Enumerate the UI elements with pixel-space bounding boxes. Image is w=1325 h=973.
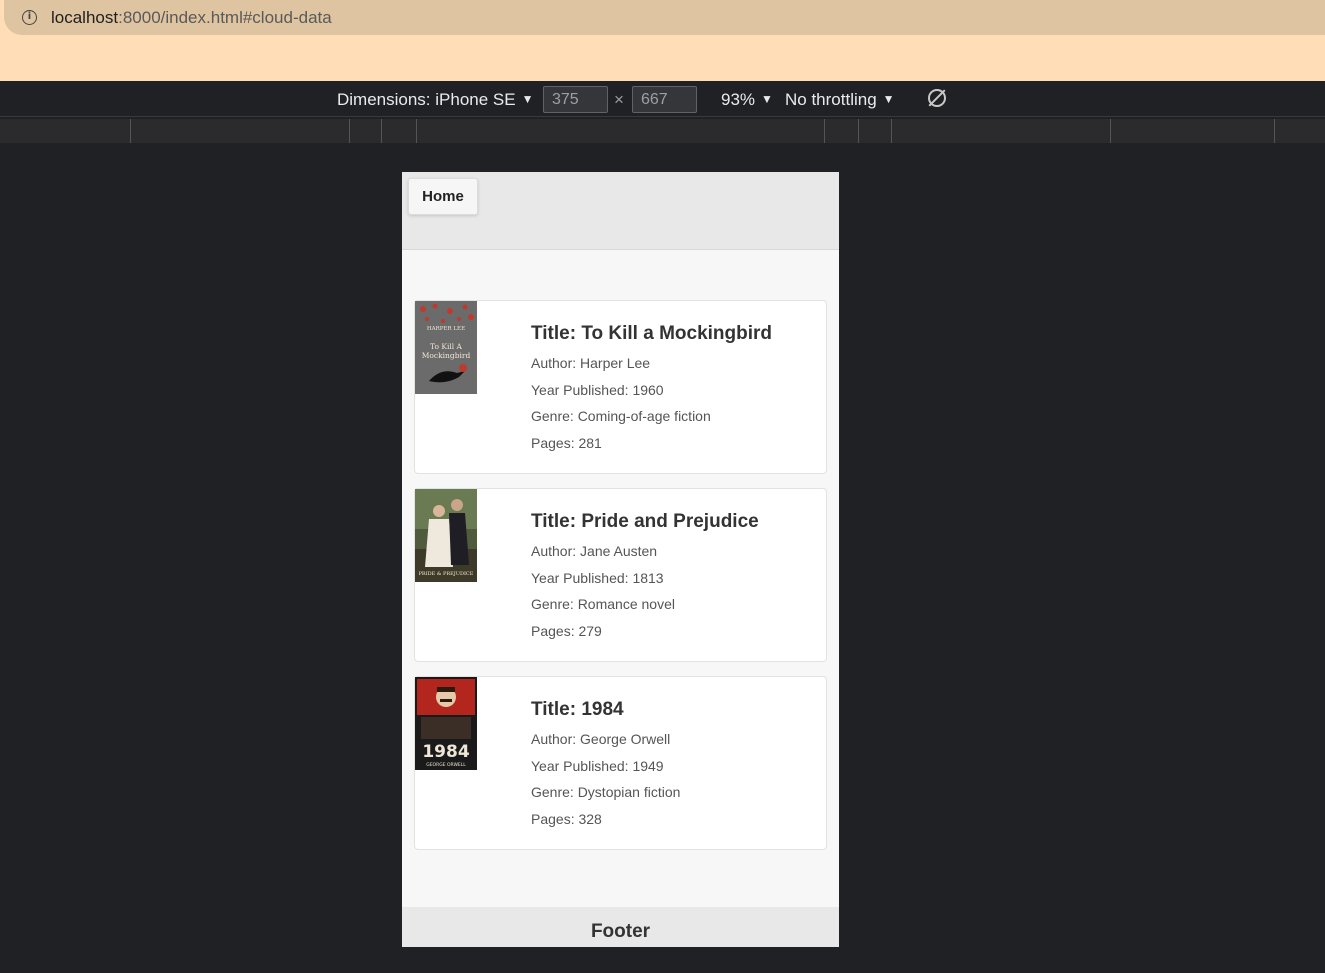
rotate-icon[interactable] (928, 89, 946, 107)
book-year: Year Published: 1813 (531, 569, 664, 586)
footer: Footer (402, 907, 839, 947)
ruler-segment[interactable] (1274, 119, 1275, 143)
svg-text:Mockingbird: Mockingbird (422, 351, 471, 360)
book-info: Title: To Kill a Mockingbird Author: Har… (531, 323, 772, 461)
url-path: :8000/index.html#cloud-data (118, 8, 332, 27)
book-year: Year Published: 1960 (531, 381, 664, 398)
width-input[interactable] (543, 86, 608, 113)
height-input[interactable] (632, 86, 697, 113)
book-pages: Pages: 279 (531, 622, 602, 639)
book-cover-1984: 1984 GEORGE ORWELL (415, 677, 477, 770)
ruler-segment[interactable] (891, 119, 892, 143)
home-button[interactable]: Home (408, 178, 478, 215)
book-genre: Genre: Dystopian fiction (531, 784, 681, 801)
book-title: Title: 1984 (531, 699, 624, 720)
ruler-segment[interactable] (416, 119, 417, 143)
book-author: Author: Harper Lee (531, 355, 651, 371)
book-cover-pride-prejudice: PRIDE & PREJUDICE (415, 489, 477, 582)
device-toolbar: Dimensions: iPhone SE ▼ × 93% ▼ No throttl… (0, 81, 1325, 117)
throttling-dropdown[interactable]: No throttling ▼ (785, 90, 895, 110)
throttling-label: No throttling (785, 90, 877, 109)
navbar: Home (402, 172, 839, 250)
ruler-segment[interactable] (824, 119, 825, 143)
book-genre: Genre: Romance novel (531, 596, 675, 613)
ruler-segment[interactable] (381, 119, 382, 143)
browser-chrome: i localhost:8000/index.html#cloud-data (0, 0, 1325, 81)
url-text[interactable]: localhost:8000/index.html#cloud-data (51, 8, 332, 28)
book-genre: Genre: Coming-of-age fiction (531, 408, 711, 425)
url-host: localhost (51, 8, 119, 27)
dimensions-dropdown[interactable]: Dimensions: iPhone SE ▼ (337, 90, 533, 110)
book-card: PRIDE & PREJUDICE Title: Pride and Preju… (414, 488, 827, 662)
cover-title-text: PRIDE & PREJUDICE (419, 571, 474, 577)
address-bar[interactable]: i localhost:8000/index.html#cloud-data (4, 0, 1325, 35)
site-info-icon[interactable]: i (22, 10, 37, 25)
book-info: Title: Pride and Prejudice Author: Jane … (531, 511, 759, 649)
book-pages: Pages: 328 (531, 810, 602, 827)
svg-text:To Kill A: To Kill A (430, 342, 463, 351)
ruler-segment[interactable] (858, 119, 859, 143)
zoom-dropdown[interactable]: 93% ▼ (721, 90, 773, 110)
ruler-segment[interactable] (349, 119, 350, 143)
dimensions-label: Dimensions: iPhone SE (337, 90, 516, 109)
book-pages: Pages: 281 (531, 434, 602, 451)
book-card: HARPER LEE To Kill A Mockingbird Title: … (414, 300, 827, 474)
cover-title-text: 1984 (422, 742, 469, 762)
book-author: Author: George Orwell (531, 731, 671, 747)
throttling-caret-icon: ▼ (882, 92, 895, 106)
book-title: Title: To Kill a Mockingbird (531, 323, 773, 344)
book-title: Title: Pride and Prejudice (531, 511, 759, 532)
times-sign: × (614, 90, 624, 109)
device-viewport: Home HARPER LEE To Kill A Mockingbird Ti… (402, 172, 839, 947)
ruler-segment[interactable] (130, 119, 131, 143)
book-info: Title: 1984 Author: George Orwell Year P… (531, 699, 680, 837)
zoom-caret-icon: ▼ (761, 92, 773, 106)
book-year: Year Published: 1949 (531, 757, 664, 774)
dimensions-caret-icon: ▼ (521, 92, 534, 106)
book-author: Author: Jane Austen (531, 543, 658, 559)
zoom-label: 93% (721, 90, 756, 109)
ruler-segment[interactable] (1110, 119, 1111, 143)
book-cover-mockingbird: HARPER LEE To Kill A Mockingbird (415, 301, 477, 394)
media-query-ruler[interactable] (0, 119, 1325, 143)
cover-author-text: GEORGE ORWELL (426, 762, 466, 768)
cover-author-text: HARPER LEE (427, 326, 465, 332)
book-card: 1984 GEORGE ORWELL Title: 1984 Author: G… (414, 676, 827, 850)
